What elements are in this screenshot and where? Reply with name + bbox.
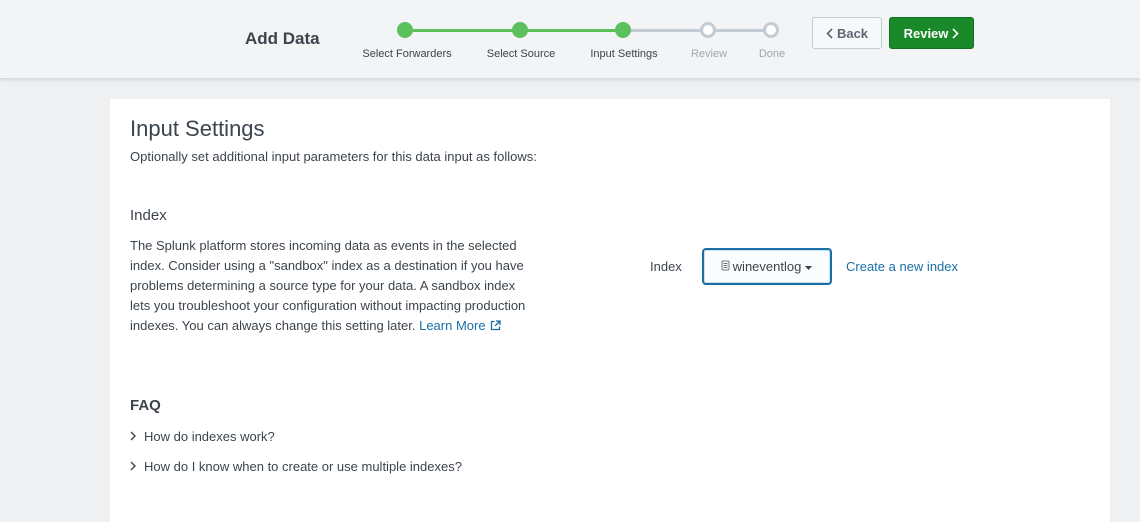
external-link-icon bbox=[490, 317, 501, 337]
step-label-input-settings: Input Settings bbox=[590, 48, 658, 60]
page-title: Input Settings bbox=[130, 116, 265, 141]
back-button-label: Back bbox=[836, 25, 869, 41]
step-label-select-forwarders: Select Forwarders bbox=[362, 48, 452, 60]
faq-item-how-indexes-work[interactable]: How do indexes work? bbox=[130, 429, 275, 444]
chevron-left-icon bbox=[826, 27, 833, 39]
step-label-review: Review bbox=[690, 48, 728, 60]
review-button-label: Review bbox=[903, 25, 949, 41]
input-settings-panel: Input Settings Optionally set additional… bbox=[110, 99, 1110, 522]
chevron-right-icon bbox=[952, 27, 960, 39]
step-connector bbox=[406, 29, 520, 32]
step-label-select-source: Select Source bbox=[486, 48, 556, 60]
learn-more-label: Learn More bbox=[419, 318, 486, 333]
review-button[interactable]: Review bbox=[889, 17, 974, 49]
chevron-right-icon bbox=[130, 429, 136, 444]
step-dot-select-forwarders bbox=[397, 22, 413, 38]
faq-question: How do indexes work? bbox=[144, 429, 275, 444]
create-new-index-link[interactable]: Create a new index bbox=[846, 259, 958, 274]
chevron-right-icon bbox=[130, 459, 136, 474]
faq-title: FAQ bbox=[130, 397, 161, 414]
index-select-value: wineventlog bbox=[732, 259, 802, 274]
index-select[interactable]: wineventlog bbox=[702, 248, 832, 285]
step-dot-select-source bbox=[512, 22, 528, 38]
faq-item-multiple-indexes[interactable]: How do I know when to create or use mult… bbox=[130, 459, 462, 474]
back-button[interactable]: Back bbox=[812, 17, 882, 49]
step-dot-done bbox=[763, 22, 779, 38]
step-connector bbox=[623, 29, 709, 32]
caret-down-icon bbox=[804, 259, 813, 274]
learn-more-link[interactable]: Learn More bbox=[419, 318, 501, 333]
step-dot-input-settings bbox=[615, 22, 631, 38]
index-field-label: Index bbox=[650, 259, 682, 274]
step-dot-review bbox=[700, 22, 716, 38]
step-connector bbox=[709, 29, 771, 32]
faq-question: How do I know when to create or use mult… bbox=[144, 459, 462, 474]
database-icon bbox=[721, 259, 730, 274]
index-section-title: Index bbox=[130, 207, 167, 224]
index-description: The Splunk platform stores incoming data… bbox=[130, 236, 530, 337]
step-label-done: Done bbox=[758, 48, 786, 60]
page-subtitle: Optionally set additional input paramete… bbox=[130, 149, 537, 164]
step-connector bbox=[520, 29, 623, 32]
header-bar: Add Data Select Forwarders Select Source… bbox=[0, 0, 1140, 79]
